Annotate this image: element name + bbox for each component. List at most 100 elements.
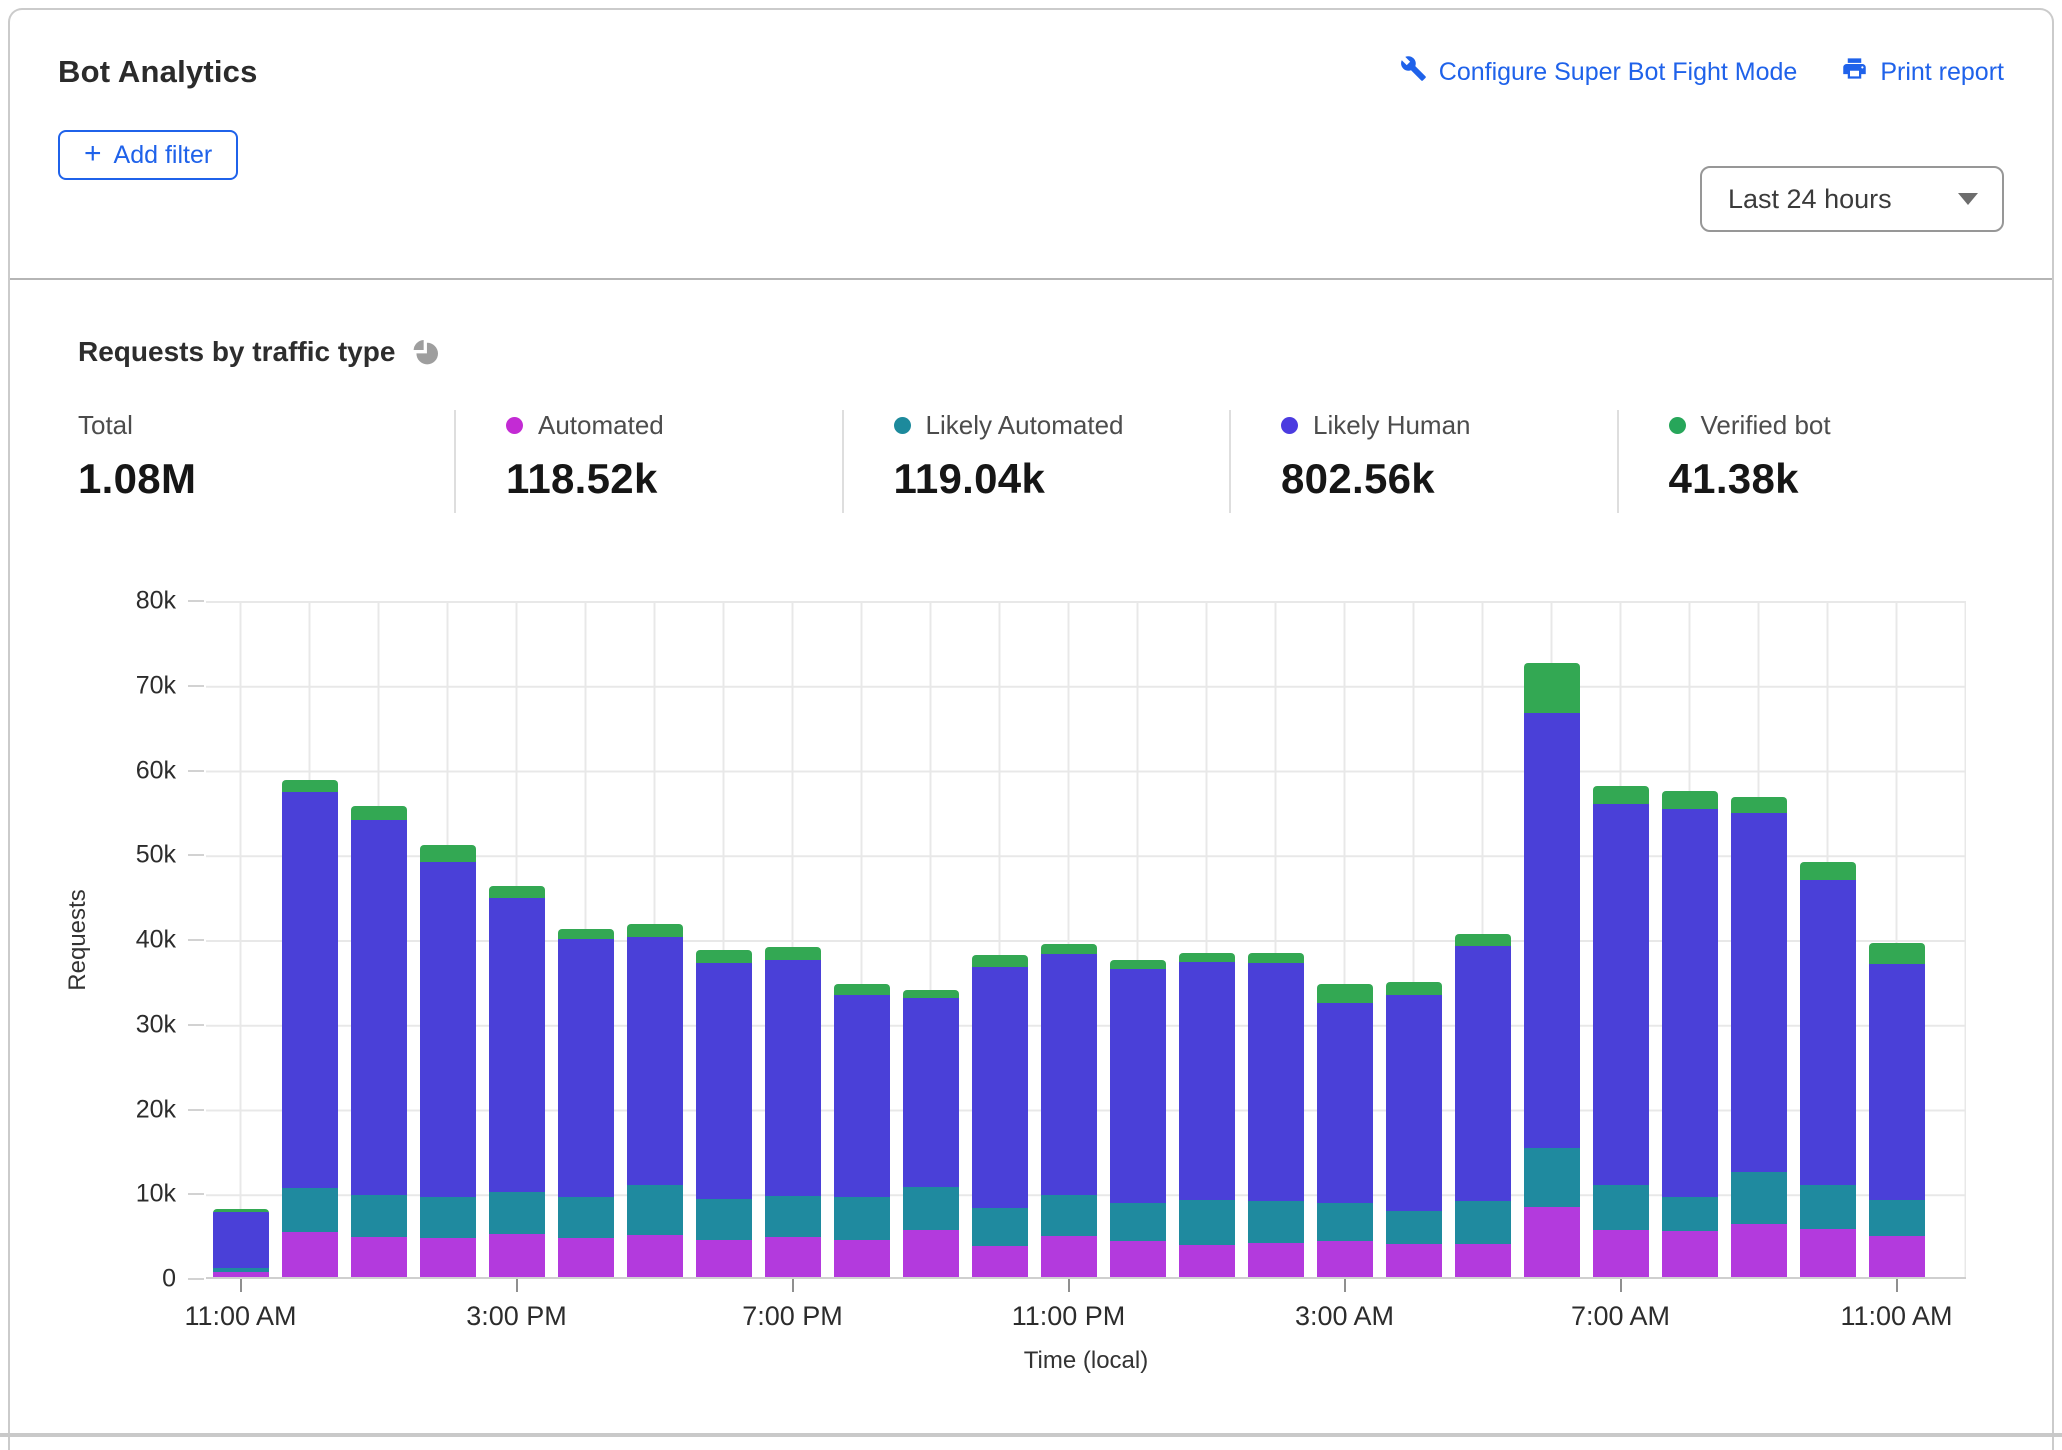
stacked-bar-14[interactable] <box>1179 953 1235 1277</box>
stacked-bar-6[interactable] <box>627 924 683 1277</box>
bar-group-2-00-pm-3 <box>413 601 482 1277</box>
bar-segment-likely-human <box>351 820 407 1195</box>
stat-value: 118.52k <box>506 455 842 503</box>
y-tick-label: 40k <box>136 926 176 955</box>
page-title: Bot Analytics <box>58 54 258 90</box>
add-filter-label: Add filter <box>114 141 213 170</box>
bar-group-12-00-am-13 <box>1103 601 1172 1277</box>
y-tick-label: 80k <box>136 587 176 616</box>
y-tick-label: 60k <box>136 756 176 785</box>
bar-segment-likely-human <box>489 898 545 1192</box>
bar-segment-likely-human <box>972 967 1028 1209</box>
bar-segment-likely-human <box>765 960 821 1196</box>
bar-segment-likely-automated <box>1593 1185 1649 1229</box>
stat-value: 1.08M <box>78 455 454 503</box>
stacked-bar-19[interactable] <box>1524 663 1580 1277</box>
stacked-bar-13[interactable] <box>1110 960 1166 1277</box>
stat-value: 119.04k <box>894 455 1230 503</box>
bar-segment-likely-automated <box>972 1208 1028 1245</box>
bar-segment-verified-bot <box>1455 934 1511 946</box>
bar-group-12-00-pm-1 <box>275 601 344 1277</box>
requests-chart: Requests 010k20k30k40k50k60k70k80k <box>58 601 2004 1279</box>
stacked-bar-3[interactable] <box>420 845 476 1277</box>
configure-super-bot-fight-mode-link[interactable]: Configure Super Bot Fight Mode <box>1400 55 1798 89</box>
x-tick-label: 7:00 AM <box>1571 1301 1670 1332</box>
y-axis-title: Requests <box>64 889 92 990</box>
stacked-bar-2[interactable] <box>351 806 407 1277</box>
bar-segment-likely-human <box>420 862 476 1197</box>
stacked-bar-12[interactable] <box>1041 944 1097 1277</box>
plus-icon: + <box>84 139 102 169</box>
stacked-bar-15[interactable] <box>1248 953 1304 1277</box>
bar-group-11-00-pm-12 <box>1034 601 1103 1277</box>
bar-segment-likely-human <box>903 998 959 1187</box>
y-tick-mark <box>188 1109 204 1111</box>
section-heading: Requests by traffic type <box>78 336 395 368</box>
x-tick-label: 3:00 AM <box>1295 1301 1394 1332</box>
pie-chart-icon[interactable] <box>411 337 441 367</box>
wrench-icon <box>1400 55 1427 89</box>
y-tick-mark <box>188 770 204 772</box>
time-range-dropdown[interactable]: Last 24 hours <box>1700 166 2004 232</box>
add-filter-button[interactable]: + Add filter <box>58 130 238 180</box>
bar-segment-likely-automated <box>1110 1203 1166 1241</box>
stacked-bar-21[interactable] <box>1662 791 1718 1277</box>
bar-segment-likely-human <box>1869 964 1925 1200</box>
x-tick-mark <box>1620 1279 1622 1292</box>
bar-segment-likely-human <box>1248 963 1304 1200</box>
stacked-bar-8[interactable] <box>765 947 821 1277</box>
stacked-bar-1[interactable] <box>282 780 338 1277</box>
stat-label: Automated <box>538 410 664 441</box>
stacked-bar-7[interactable] <box>696 950 752 1277</box>
bar-segment-likely-human <box>1317 1003 1373 1202</box>
stat-total: Total1.08M <box>78 410 454 513</box>
bar-group-4-00-pm-5 <box>551 601 620 1277</box>
x-axis-tick-labels: 11:00 AM3:00 PM7:00 PM11:00 PM3:00 AM7:0… <box>206 1279 1966 1339</box>
bar-segment-automated <box>1731 1224 1787 1277</box>
requests-by-traffic-type-section: Requests by traffic type Total1.08M Autom… <box>10 280 2052 1375</box>
bar-segment-automated <box>1662 1231 1718 1277</box>
bar-segment-automated <box>834 1240 890 1277</box>
stacked-bar-4[interactable] <box>489 886 545 1277</box>
bar-segment-likely-automated <box>834 1197 890 1239</box>
x-tick-label: 7:00 PM <box>742 1301 843 1332</box>
stacked-bar-18[interactable] <box>1455 934 1511 1277</box>
stacked-bar-22[interactable] <box>1731 797 1787 1277</box>
bar-segment-likely-automated <box>1731 1172 1787 1224</box>
stat-value: 802.56k <box>1281 455 1617 503</box>
stacked-bar-9[interactable] <box>834 984 890 1277</box>
bar-segment-likely-human <box>282 792 338 1188</box>
stacked-bar-23[interactable] <box>1800 862 1856 1277</box>
print-report-link[interactable]: Print report <box>1841 55 2004 89</box>
y-tick-mark <box>188 854 204 856</box>
bar-segment-likely-automated <box>1248 1201 1304 1243</box>
bar-segment-verified-bot <box>1248 953 1304 963</box>
bar-group-3-00-pm-4 <box>482 601 551 1277</box>
stacked-bar-20[interactable] <box>1593 786 1649 1277</box>
bar-segment-verified-bot <box>1386 982 1442 995</box>
stacked-bar-0[interactable] <box>213 1209 269 1277</box>
bar-segment-likely-automated <box>627 1185 683 1235</box>
stacked-bar-10[interactable] <box>903 990 959 1277</box>
bar-segment-automated <box>1110 1241 1166 1277</box>
bar-segment-verified-bot <box>1524 663 1580 712</box>
y-tick-label: 0 <box>162 1265 176 1294</box>
bar-group-10-00-pm-11 <box>965 601 1034 1277</box>
bar-segment-automated <box>696 1240 752 1277</box>
x-tick-label: 11:00 AM <box>1840 1301 1952 1332</box>
bar-group-5-00-pm-6 <box>620 601 689 1277</box>
stacked-bar-16[interactable] <box>1317 984 1373 1277</box>
stacked-bar-17[interactable] <box>1386 982 1442 1277</box>
stacked-bar-24[interactable] <box>1869 943 1925 1277</box>
bar-segment-automated <box>1593 1230 1649 1278</box>
bar-group-10-00-am-23 <box>1793 601 1862 1277</box>
bar-group-11-00-am-24 <box>1862 601 1931 1277</box>
bar-group-6-00-pm-7 <box>689 601 758 1277</box>
bar-segment-likely-automated <box>1179 1200 1235 1245</box>
y-tick-label: 10k <box>136 1180 176 1209</box>
stacked-bar-11[interactable] <box>972 955 1028 1277</box>
bar-segment-likely-automated <box>1524 1148 1580 1207</box>
bar-segment-likely-human <box>1455 946 1511 1201</box>
stacked-bar-5[interactable] <box>558 929 614 1277</box>
bar-segment-likely-automated <box>489 1192 545 1234</box>
